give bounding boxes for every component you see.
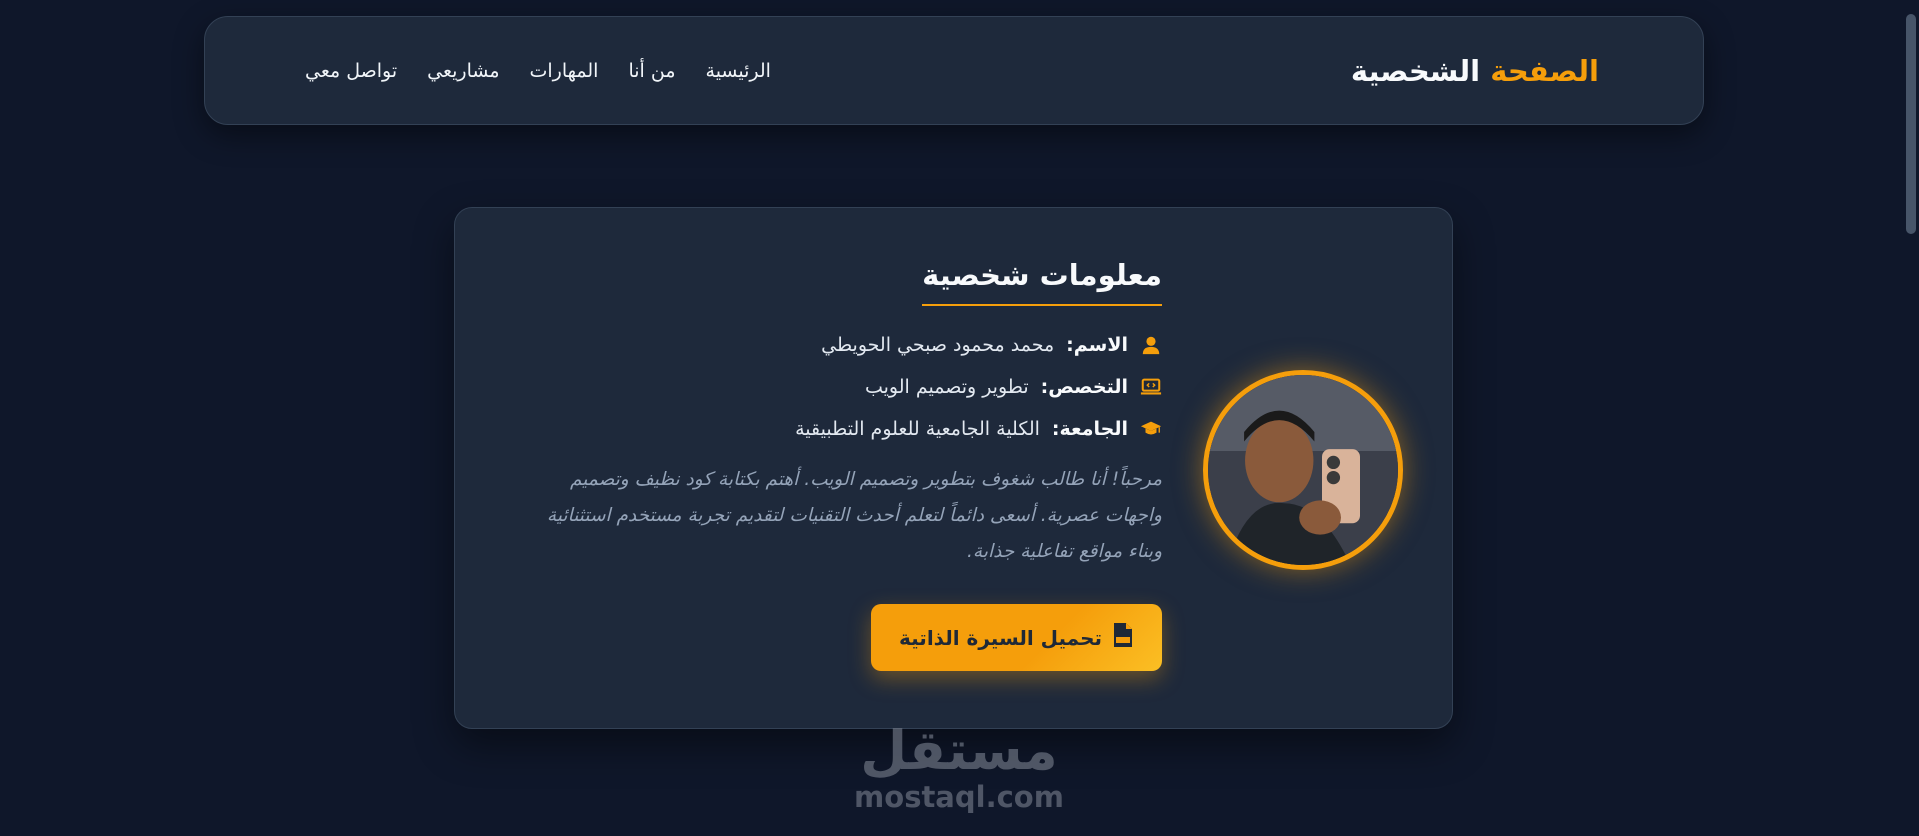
nav-home[interactable]: الرئيسية bbox=[706, 60, 771, 82]
graduation-cap-icon bbox=[1140, 418, 1162, 440]
name-value: محمد محمود صبحي الحويطي bbox=[821, 334, 1055, 356]
name-label: الاسم: bbox=[1066, 334, 1128, 356]
brand-main: الشخصية bbox=[1350, 53, 1481, 88]
nav-contact[interactable]: تواصل معي bbox=[305, 60, 397, 82]
profile-title: معلومات شخصية bbox=[922, 258, 1162, 306]
info-row-specialization: التخصص: تطوير وتصميم الويب bbox=[502, 366, 1162, 408]
download-cv-label: تحميل السيرة الذاتية bbox=[899, 625, 1102, 650]
bio-text: مرحباً! أنا طالب شغوف بتطوير وتصميم الوي… bbox=[546, 469, 1162, 562]
university-value: الكلية الجامعية للعلوم التطبيقية bbox=[795, 418, 1040, 440]
nav-projects[interactable]: مشاريعي bbox=[427, 60, 499, 82]
navbar: الصفحة الشخصية الرئيسية من أنا المهارات … bbox=[204, 16, 1704, 125]
user-icon bbox=[1140, 334, 1162, 356]
nav-about[interactable]: من أنا bbox=[628, 60, 675, 82]
watermark-latin: mostaql.com bbox=[854, 780, 1064, 814]
specialization-label: التخصص: bbox=[1040, 376, 1128, 398]
watermark: مستقل mostaql.com bbox=[849, 719, 1069, 815]
profile-photo bbox=[1208, 375, 1398, 565]
avatar bbox=[1203, 370, 1403, 570]
info-row-university: الجامعة: الكلية الجامعية للعلوم التطبيقي… bbox=[502, 408, 1162, 450]
laptop-code-icon bbox=[1140, 376, 1162, 398]
university-label: الجامعة: bbox=[1051, 418, 1128, 440]
nav-skills[interactable]: المهارات bbox=[530, 60, 599, 82]
watermark-arabic: مستقل bbox=[860, 719, 1058, 782]
scrollbar[interactable] bbox=[1902, 0, 1919, 836]
scrollbar-thumb[interactable] bbox=[1906, 14, 1916, 234]
info-row-name: الاسم: محمد محمود صبحي الحويطي bbox=[502, 324, 1162, 366]
main-nav: الرئيسية من أنا المهارات مشاريعي تواصل م… bbox=[305, 60, 771, 82]
file-pdf-icon bbox=[1112, 622, 1134, 653]
site-brand[interactable]: الصفحة الشخصية bbox=[1351, 54, 1599, 88]
specialization-value: تطوير وتصميم الويب bbox=[864, 376, 1029, 398]
profile-card: معلومات شخصية الاسم: محمد محمود صبحي الح… bbox=[454, 207, 1453, 729]
brand-accent: الصفحة bbox=[1490, 53, 1599, 88]
profile-info: معلومات شخصية الاسم: محمد محمود صبحي الح… bbox=[502, 258, 1162, 671]
download-cv-button[interactable]: تحميل السيرة الذاتية bbox=[871, 604, 1162, 671]
